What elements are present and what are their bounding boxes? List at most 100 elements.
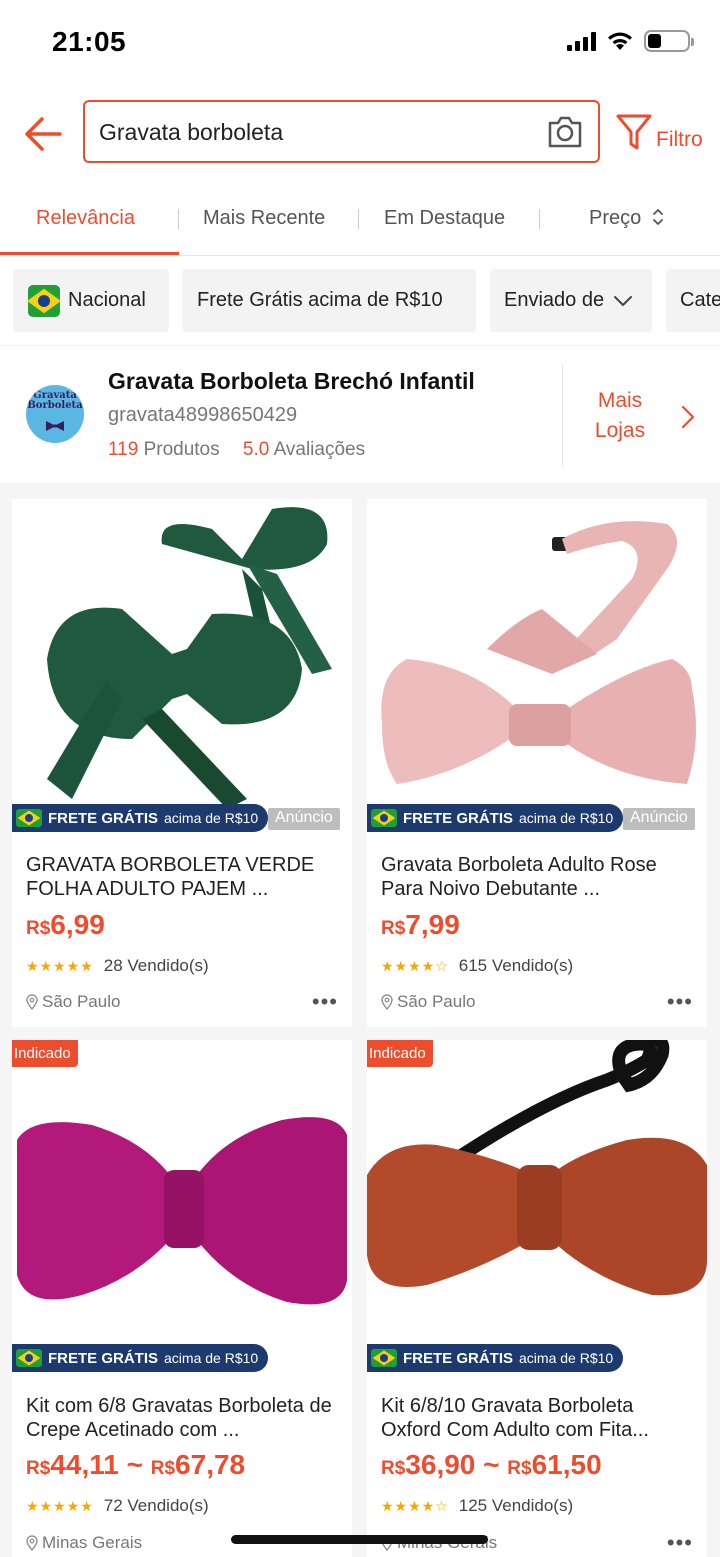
product-image[interactable]: FRETE GRÁTIS acima de R$10 Anúncio — [12, 499, 352, 839]
product-card[interactable]: Indicado FRETE GRÁTIS acima de R$10 Kit 6… — [367, 1040, 707, 1557]
shop-name[interactable]: Gravata Borboleta Brechó Infantil — [108, 368, 475, 395]
sort-tabs: Relevância Mais Recente Em Destaque Preç… — [0, 183, 720, 256]
product-rating: ★★★★★ 28 Vendido(s) — [26, 956, 209, 976]
chip-categoria[interactable]: Categoria — [666, 269, 720, 332]
camera-icon[interactable] — [546, 114, 584, 150]
tab-divider — [539, 209, 540, 229]
star-rating-icon: ★★★★★ — [26, 1497, 94, 1514]
filter-button[interactable]: Filtro — [614, 110, 720, 158]
ad-badge: Anúncio — [268, 808, 340, 830]
free-shipping-badge: FRETE GRÁTIS acima de R$10 — [12, 804, 269, 832]
product-price-range: R$36,90 ~ R$61,50 — [381, 1449, 602, 1480]
tab-relevancia[interactable]: Relevância — [36, 207, 135, 230]
status-bar: 21:05 — [0, 0, 720, 88]
bow-tie-icon — [46, 421, 64, 431]
sold-count: 125 Vendido(s) — [458, 1496, 574, 1515]
green-bow-tie-image — [47, 507, 332, 809]
free-shipping-badge: FRETE GRÁTIS acima de R$10 — [12, 1344, 269, 1372]
product-price: R$7,99 — [381, 909, 460, 940]
wifi-icon — [608, 32, 632, 50]
tab-mais-recente[interactable]: Mais Recente — [203, 207, 325, 230]
brazil-flag-icon — [28, 284, 60, 317]
products-label: Produtos — [143, 439, 220, 460]
chip-frete-gratis[interactable]: Frete Grátis acima de R$10 — [182, 269, 476, 332]
product-title[interactable]: Kit com 6/8 Gravatas Borboleta de Crepe … — [26, 1394, 342, 1442]
star-rating-icon: ★★★★☆ — [381, 1497, 449, 1514]
signal-icon — [567, 31, 596, 51]
chip-label: Categoria — [680, 289, 720, 311]
chevron-down-icon — [614, 295, 633, 306]
sold-count: 615 Vendido(s) — [458, 956, 574, 975]
product-location: São Paulo — [381, 992, 475, 1012]
location-pin-icon — [26, 994, 38, 1010]
featured-badge: Indicado — [367, 1040, 433, 1067]
chip-nacional[interactable]: Nacional — [13, 269, 169, 332]
rose-bow-tie-image — [381, 521, 696, 784]
product-price: R$6,99 — [26, 909, 105, 940]
more-options-button[interactable]: ••• — [667, 1530, 693, 1556]
product-title[interactable]: Kit 6/8/10 Gravata Borboleta Oxford Com … — [381, 1394, 697, 1442]
magenta-bow-tie-image — [17, 1117, 347, 1305]
sold-count: 28 Vendido(s) — [103, 956, 209, 975]
search-query[interactable]: Gravata borboleta — [99, 119, 283, 146]
chip-label: Enviado de — [504, 289, 605, 311]
home-indicator[interactable] — [231, 1535, 488, 1544]
tab-preco-label: Preço — [589, 207, 642, 229]
tab-em-destaque[interactable]: Em Destaque — [384, 207, 505, 230]
more-shops-button[interactable]: Mais Lojas — [580, 386, 660, 446]
shop-stats: 119 Produtos 5.0 Avaliações — [108, 439, 365, 461]
rating-label: Avaliações — [273, 439, 366, 460]
shop-divider — [562, 364, 563, 467]
status-time: 21:05 — [52, 26, 127, 57]
free-shipping-badge: FRETE GRÁTIS acima de R$10 — [367, 804, 624, 832]
search-header: Gravata borboleta Filtro — [0, 88, 720, 183]
status-icons — [567, 30, 694, 52]
star-rating-icon: ★★★★★ — [26, 957, 94, 974]
product-image[interactable]: FRETE GRÁTIS acima de R$10 — [12, 1040, 352, 1380]
featured-badge: Indicado — [12, 1040, 78, 1067]
brazil-flag-icon — [371, 809, 397, 827]
star-rating-icon: ★★★★☆ — [381, 957, 449, 974]
product-rating: ★★★★☆ 125 Vendido(s) — [381, 1496, 573, 1516]
orange-bow-tie-image — [367, 1040, 707, 1296]
avatar-logo-text: Gravata Borboleta — [27, 390, 83, 411]
search-input[interactable]: Gravata borboleta — [83, 100, 600, 163]
tab-preco[interactable]: Preço — [589, 207, 665, 230]
ad-badge: Anúncio — [623, 808, 695, 830]
brazil-flag-icon — [371, 1349, 397, 1367]
shop-rating: 5.0 — [242, 439, 270, 460]
product-location: São Paulo — [26, 992, 120, 1012]
product-rating: ★★★★☆ 615 Vendido(s) — [381, 956, 573, 976]
shop-handle: gravata48998650429 — [108, 404, 298, 426]
back-arrow-icon[interactable] — [22, 112, 66, 156]
filter-chips: Nacional Frete Grátis acima de R$10 Envi… — [0, 256, 720, 346]
more-options-button[interactable]: ••• — [667, 989, 693, 1015]
filter-label: Filtro — [656, 128, 703, 151]
brazil-flag-icon — [16, 1349, 42, 1367]
battery-icon — [644, 30, 694, 52]
product-title[interactable]: GRAVATA BORBOLETA VERDE FOLHA ADULTO PAJ… — [26, 853, 342, 901]
chevron-right-icon[interactable] — [680, 404, 696, 430]
chip-label: Nacional — [68, 289, 146, 311]
product-rating: ★★★★★ 72 Vendido(s) — [26, 1496, 209, 1516]
more-options-button[interactable]: ••• — [312, 989, 338, 1015]
products-count: 119 — [108, 439, 139, 460]
sort-arrows-icon — [652, 209, 663, 225]
product-card[interactable]: Indicado FRETE GRÁTIS acima de R$10 Kit c… — [12, 1040, 352, 1557]
filter-icon — [616, 114, 652, 150]
product-title[interactable]: Gravata Borboleta Adulto Rose Para Noivo… — [381, 853, 697, 901]
product-price-range: R$44,11 ~ R$67,78 — [26, 1449, 246, 1480]
shop-avatar[interactable]: Gravata Borboleta — [26, 385, 84, 443]
active-tab-underline — [0, 252, 179, 255]
product-card[interactable]: FRETE GRÁTIS acima de R$10 Anúncio Gravat… — [367, 499, 707, 1027]
location-pin-icon — [381, 994, 393, 1010]
product-card[interactable]: FRETE GRÁTIS acima de R$10 Anúncio GRAVAT… — [12, 499, 352, 1027]
chip-label: Frete Grátis acima de R$10 — [197, 289, 443, 311]
product-image[interactable]: FRETE GRÁTIS acima de R$10 Anúncio — [367, 499, 707, 839]
location-pin-icon — [26, 1535, 38, 1551]
free-shipping-badge: FRETE GRÁTIS acima de R$10 — [367, 1344, 624, 1372]
product-image[interactable]: FRETE GRÁTIS acima de R$10 — [367, 1040, 707, 1380]
chip-enviado-de[interactable]: Enviado de — [490, 269, 652, 332]
tab-divider — [358, 209, 359, 229]
shop-banner[interactable]: Gravata Borboleta Gravata Borboleta Brech… — [0, 346, 720, 483]
